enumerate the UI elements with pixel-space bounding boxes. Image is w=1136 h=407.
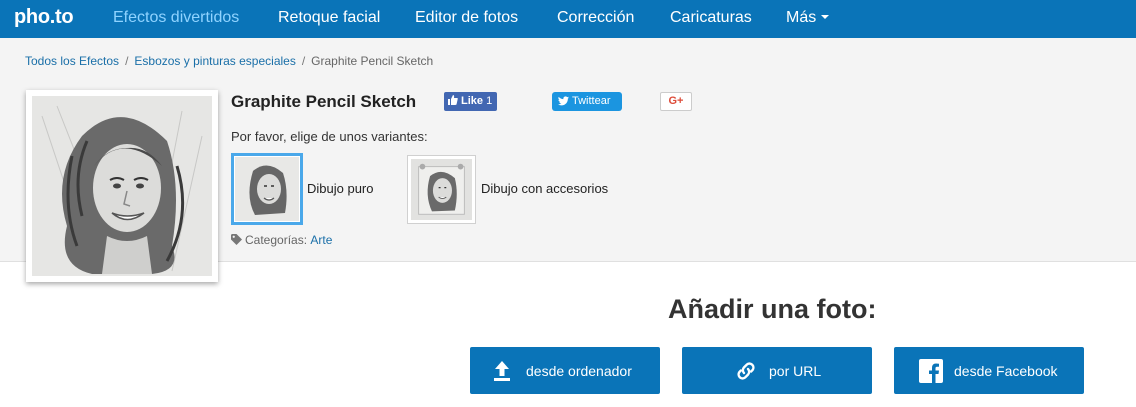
twitter-label: Twittear [572,95,611,107]
google-plus-label: G+ [668,95,684,107]
category-link-arte[interactable]: Arte [310,233,332,247]
upload-from-computer-button[interactable]: desde ordenador [470,347,660,394]
breadcrumb: Todos los Efectos / Esbozos y pinturas esp… [25,54,433,68]
caret-down-icon [821,15,830,19]
link-icon [737,362,755,380]
upload-from-facebook-label: desde Facebook [954,363,1058,379]
effect-title: Graphite Pencil Sketch [231,92,417,111]
nav-item-retoque-facial[interactable]: Retoque facial [278,9,380,27]
variant-label-dibujo-con-accesorios[interactable]: Dibujo con accesorios [481,181,608,196]
tag-icon [231,234,242,245]
categories-line: Categorías: Arte [231,233,332,247]
breadcrumb-current: Graphite Pencil Sketch [311,54,434,68]
facebook-like-button[interactable]: Like 1 [444,92,498,111]
nav-item-editor-de-fotos[interactable]: Editor de fotos [415,9,518,27]
logo[interactable]: pho.to [14,6,74,29]
variant-sketch-thumbnail [235,157,299,221]
sketch-portrait-image [32,96,212,276]
nav-item-mas-label: Más [786,9,817,26]
effect-info-panel: Todos los Efectos / Esbozos y pinturas esp… [0,38,1136,282]
upload-icon [494,361,510,381]
upload-from-facebook-button[interactable]: desde Facebook [894,347,1084,394]
nav-item-correccion[interactable]: Corrección [557,9,634,27]
nav-item-mas[interactable]: Más [786,9,830,27]
top-nav-bar: pho.to Efectos divertidos Retoque facial… [0,0,1136,38]
google-plus-button[interactable]: G+ [660,92,692,111]
variants-prompt: Por favor, elige de unos variantes: [231,129,428,144]
effect-preview-image [26,90,218,282]
variant-sketch-accessories-thumbnail [411,159,472,220]
nav-item-caricaturas[interactable]: Caricaturas [670,9,752,27]
upload-by-url-label: por URL [769,363,822,379]
variant-thumb-dibujo-con-accesorios[interactable] [407,155,476,224]
like-label: Like [461,95,484,107]
categories-label: Categorías: [245,233,308,247]
variant-thumb-dibujo-puro[interactable] [231,153,303,225]
breadcrumb-link-todos-los-efectos[interactable]: Todos los Efectos [25,54,119,68]
variant-label-dibujo-puro[interactable]: Dibujo puro [307,181,374,196]
upload-from-computer-label: desde ordenador [526,363,632,379]
twitter-bird-icon [558,96,569,106]
breadcrumb-link-esbozos[interactable]: Esbozos y pinturas especiales [134,54,295,68]
breadcrumb-separator: / [301,54,306,68]
add-photo-title: Añadir una foto: [668,294,877,324]
twitter-tweet-button[interactable]: Twittear [552,92,622,111]
like-count: 1 [486,95,493,107]
breadcrumb-separator: / [125,54,129,68]
thumbs-up-icon [448,95,458,105]
upload-by-url-button[interactable]: por URL [682,347,872,394]
facebook-icon [919,359,943,383]
nav-item-efectos-divertidos[interactable]: Efectos divertidos [113,9,239,27]
